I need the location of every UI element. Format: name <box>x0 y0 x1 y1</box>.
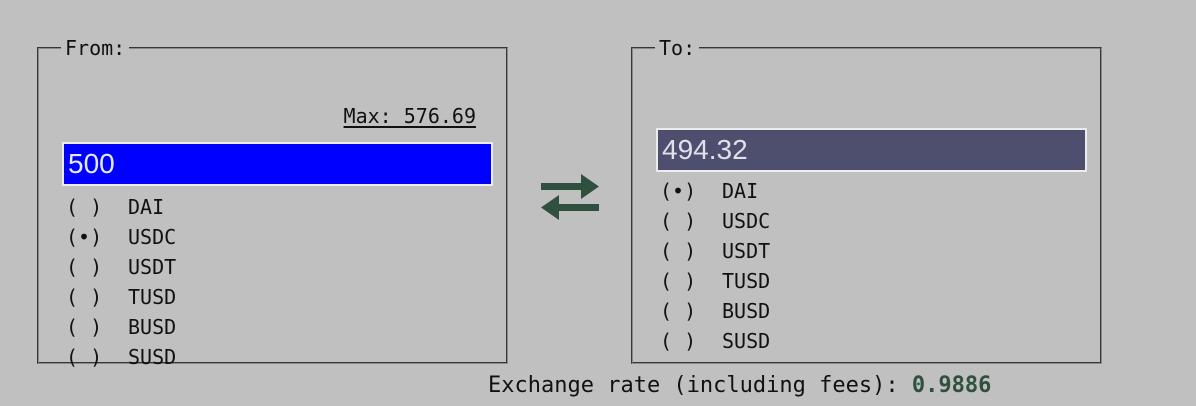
to-token-usdc[interactable]: ( ) USDC <box>660 206 770 236</box>
radio-button[interactable]: ( ) <box>66 342 128 372</box>
max-amount-link[interactable]: Max: 576.69 <box>344 104 476 128</box>
from-token-usdc[interactable]: (•) USDC <box>66 222 176 252</box>
token-label: TUSD <box>128 285 177 309</box>
from-amount-input[interactable] <box>62 142 493 186</box>
from-token-tusd[interactable]: ( ) TUSD <box>66 282 176 312</box>
to-token-usdt[interactable]: ( ) USDT <box>660 236 770 266</box>
token-label: USDC <box>128 225 177 249</box>
exchange-rate-value: 0.9886 <box>911 373 992 398</box>
token-label: DAI <box>722 179 759 203</box>
from-token-susd[interactable]: ( ) SUSD <box>66 342 176 372</box>
radio-button[interactable]: ( ) <box>660 296 722 326</box>
radio-button[interactable]: ( ) <box>66 192 128 222</box>
token-label: SUSD <box>128 345 177 369</box>
token-label: USDT <box>128 255 177 279</box>
to-token-dai[interactable]: (•) DAI <box>660 176 770 206</box>
from-token-list: ( ) DAI (•) USDC ( ) USDT ( ) TUSD ( ) BUSD (… <box>66 192 176 372</box>
exchange-rate: Exchange rate (including fees): 0.9886 <box>488 373 991 398</box>
radio-button[interactable]: (•) <box>660 176 722 206</box>
radio-button[interactable]: ( ) <box>66 252 128 282</box>
radio-button[interactable]: ( ) <box>66 282 128 312</box>
from-token-busd[interactable]: ( ) BUSD <box>66 312 176 342</box>
token-label: BUSD <box>128 315 177 339</box>
exchange-rate-label: Exchange rate (including fees): <box>488 373 912 398</box>
token-label: DAI <box>128 195 165 219</box>
to-token-susd[interactable]: ( ) SUSD <box>660 326 770 356</box>
token-label: BUSD <box>722 299 771 323</box>
to-amount-input[interactable] <box>656 128 1087 172</box>
token-label: USDC <box>722 209 771 233</box>
radio-button[interactable]: ( ) <box>66 312 128 342</box>
swap-arrows-icon[interactable] <box>537 172 603 222</box>
token-label: SUSD <box>722 329 771 353</box>
to-token-list: (•) DAI ( ) USDC ( ) USDT ( ) TUSD ( ) BUSD (… <box>660 176 770 356</box>
to-panel: To: (•)DAI ( )USDC ( )USDT ( )TUSD ( )BU… <box>631 36 1102 364</box>
to-legend: To: <box>659 36 696 60</box>
radio-button[interactable]: ( ) <box>660 236 722 266</box>
from-legend: From: <box>65 36 126 60</box>
to-token-busd[interactable]: ( ) BUSD <box>660 296 770 326</box>
radio-button[interactable]: ( ) <box>660 326 722 356</box>
radio-button[interactable]: (•) <box>66 222 128 252</box>
from-panel: From: Max: 576.69 ( )DAI (•)USDC ( )USDT… <box>37 36 508 369</box>
radio-button[interactable]: ( ) <box>660 266 722 296</box>
radio-button[interactable]: ( ) <box>660 206 722 236</box>
token-label: USDT <box>722 239 771 263</box>
from-token-dai[interactable]: ( ) DAI <box>66 192 176 222</box>
from-token-usdt[interactable]: ( ) USDT <box>66 252 176 282</box>
token-label: TUSD <box>722 269 771 293</box>
to-token-tusd[interactable]: ( ) TUSD <box>660 266 770 296</box>
